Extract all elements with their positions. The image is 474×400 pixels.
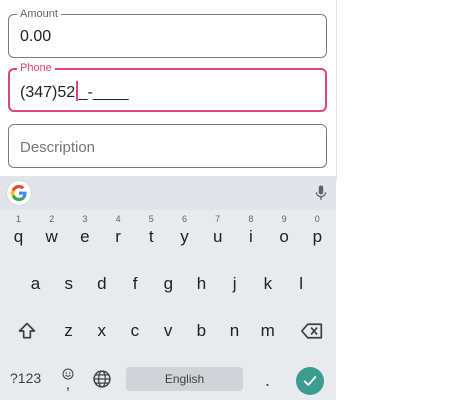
key-l-label: l <box>299 274 303 293</box>
text-cursor <box>76 81 78 101</box>
key-v[interactable]: v <box>152 314 185 348</box>
phone-field[interactable]: Phone (347)52 _-____ <box>8 61 327 112</box>
backspace-icon[interactable] <box>296 314 328 348</box>
amount-label: Amount <box>17 7 61 21</box>
period-key[interactable]: . <box>265 370 270 391</box>
globe-icon[interactable] <box>90 367 114 391</box>
key-y-label: y <box>180 227 189 246</box>
key-t[interactable]: 5t <box>135 214 168 254</box>
key-l[interactable]: l <box>285 267 318 301</box>
key-j-label: j <box>232 274 237 293</box>
shift-arrow-icon[interactable] <box>12 314 42 348</box>
suggestion-bar <box>0 176 336 210</box>
key-d[interactable]: d <box>85 267 118 301</box>
key-h[interactable]: h <box>185 267 218 301</box>
key-m-label: m <box>260 321 275 340</box>
key-u-label: u <box>212 227 223 246</box>
key-q[interactable]: 1q <box>2 214 35 254</box>
blank-area <box>336 0 474 400</box>
numbers-symbols-key[interactable]: ?123 <box>10 370 41 386</box>
amount-field[interactable]: Amount 0.00 <box>8 7 327 58</box>
key-y-hint: 6 <box>181 214 187 224</box>
phone-value-mask: _-____ <box>78 84 129 101</box>
key-e[interactable]: 3e <box>68 214 101 254</box>
key-t-label: t <box>148 227 154 246</box>
key-k[interactable]: k <box>251 267 284 301</box>
key-y[interactable]: 6y <box>168 214 201 254</box>
description-field[interactable]: Description <box>8 124 327 168</box>
key-n[interactable]: n <box>218 314 251 348</box>
key-x-label: x <box>97 321 106 340</box>
key-z[interactable]: z <box>52 314 85 348</box>
key-g-label: g <box>163 274 174 293</box>
key-e-label: e <box>80 227 90 246</box>
microphone-icon[interactable] <box>312 184 330 202</box>
key-s-label: s <box>64 274 73 293</box>
key-g[interactable]: g <box>152 267 185 301</box>
key-j[interactable]: j <box>218 267 251 301</box>
key-c-label: c <box>130 321 140 340</box>
key-a-label: a <box>30 274 41 293</box>
key-w-hint: 2 <box>49 214 55 224</box>
key-r[interactable]: 4r <box>102 214 135 254</box>
key-z-label: z <box>64 321 73 340</box>
key-i-label: i <box>249 227 253 246</box>
key-n-label: n <box>229 321 240 340</box>
enter-key[interactable] <box>296 367 324 395</box>
key-o[interactable]: 9o <box>268 214 301 254</box>
key-e-hint: 3 <box>82 214 88 224</box>
key-u-hint: 7 <box>215 214 221 224</box>
checkmark-icon <box>303 376 317 386</box>
key-a[interactable]: a <box>19 267 52 301</box>
key-v-label: v <box>163 321 173 340</box>
phone-value-entered: (347)52 <box>20 84 76 101</box>
key-o-hint: 9 <box>281 214 287 224</box>
key-c[interactable]: c <box>118 314 151 348</box>
key-m[interactable]: m <box>251 314 284 348</box>
key-f[interactable]: f <box>119 267 152 301</box>
phone-label: Phone <box>17 61 55 75</box>
key-q-hint: 1 <box>15 214 21 224</box>
key-i-hint: 8 <box>248 214 254 224</box>
comma-emoji-key[interactable]: , <box>58 364 78 394</box>
key-w[interactable]: 2w <box>35 214 68 254</box>
key-t-hint: 5 <box>148 214 154 224</box>
key-r-label: r <box>115 227 121 246</box>
key-p-label: p <box>312 227 323 246</box>
key-i[interactable]: 8i <box>234 214 267 254</box>
key-q-label: q <box>13 227 24 246</box>
key-f-label: f <box>132 274 138 293</box>
key-o-label: o <box>279 227 289 246</box>
google-g-icon[interactable] <box>7 181 31 205</box>
vertical-divider <box>336 0 337 180</box>
key-k-label: k <box>263 274 273 293</box>
description-placeholder: Description <box>20 139 96 156</box>
key-u[interactable]: 7u <box>201 214 234 254</box>
key-h-label: h <box>196 274 207 293</box>
space-bar[interactable]: English <box>126 367 243 391</box>
key-b-label: b <box>196 321 207 340</box>
key-s[interactable]: s <box>52 267 85 301</box>
key-d-label: d <box>97 274 107 293</box>
key-r-hint: 4 <box>115 214 121 224</box>
key-p-hint: 0 <box>314 214 320 224</box>
amount-value: 0.00 <box>20 28 52 45</box>
on-screen-keyboard: 1q2w3e4r5t6y7u8i9o0p asdfghjkl zxcvbnm ?… <box>0 176 336 400</box>
key-b[interactable]: b <box>185 314 218 348</box>
key-w-label: w <box>45 227 58 246</box>
phone-value: (347)52 _-____ <box>20 81 128 103</box>
key-x[interactable]: x <box>85 314 118 348</box>
key-p[interactable]: 0p <box>301 214 334 254</box>
